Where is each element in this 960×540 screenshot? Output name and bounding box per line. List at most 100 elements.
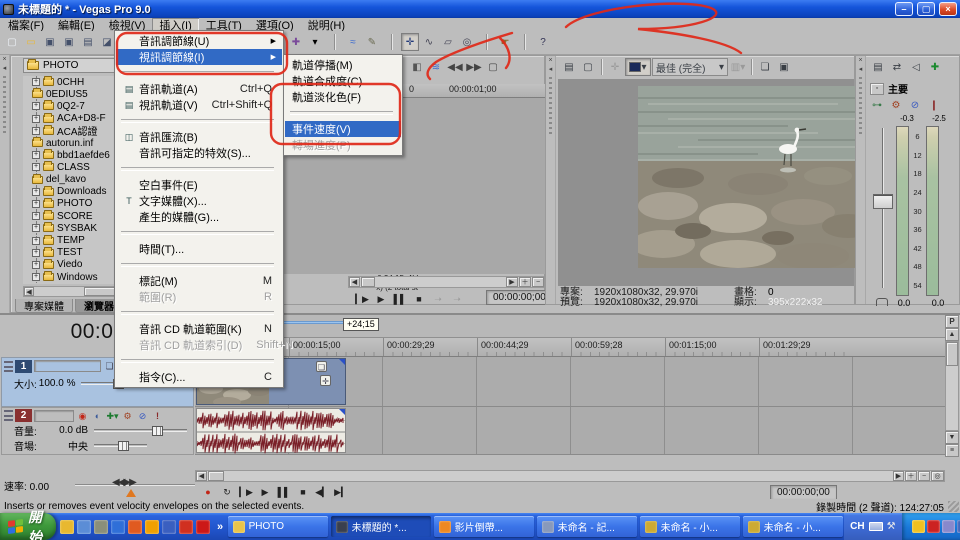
sep[interactable] bbox=[477, 33, 495, 51]
timeline-horizontal-scrollbar[interactable]: ◀ ▶ ＋ − ◎ bbox=[195, 470, 945, 482]
transport-time-display[interactable]: 00:00:00;00 bbox=[770, 485, 837, 500]
downmix-output-icon[interactable]: ⇄ bbox=[888, 58, 906, 76]
play-button[interactable]: ▶ bbox=[372, 290, 390, 308]
next-marker-icon[interactable]: ▶▶ bbox=[465, 58, 483, 76]
firefox-quicklaunch-icon[interactable] bbox=[128, 520, 142, 534]
menu-item[interactable]: ▶ bbox=[116, 65, 282, 81]
language-indicator[interactable]: CH bbox=[850, 521, 864, 532]
save-snapshot-icon[interactable]: ▣ bbox=[775, 58, 793, 76]
audio-track-header[interactable]: 2 ◉ ◐ ✚▾ ⚙ ⊘ ! 音量: 0.0 dB 音場: 中央 bbox=[1, 407, 194, 455]
tree-expand-icon[interactable]: + bbox=[32, 249, 40, 257]
tree-expand-icon[interactable]: + bbox=[32, 212, 40, 220]
menu-item[interactable]: ▶ bbox=[116, 225, 282, 241]
preview-quality-swatch[interactable]: ▾ bbox=[625, 58, 651, 76]
menu-item[interactable]: ◫ 音訊匯流(B) ▶ bbox=[116, 129, 282, 145]
track-grip-icon[interactable] bbox=[4, 361, 13, 372]
mute-icon[interactable]: ⊘ bbox=[136, 410, 149, 422]
close-button[interactable]: × bbox=[939, 2, 957, 16]
network-tray-icon[interactable] bbox=[957, 520, 960, 533]
mute-icon[interactable]: ⊘ bbox=[906, 96, 924, 114]
tree-expand-icon[interactable]: + bbox=[32, 115, 40, 123]
normal-edit-tool-icon[interactable]: ✛ bbox=[401, 33, 419, 51]
folder-quicklaunch-icon[interactable] bbox=[60, 520, 74, 534]
submenu-item[interactable] bbox=[285, 105, 401, 121]
keyboard-icon[interactable] bbox=[869, 522, 883, 531]
selection-edit-tool-icon[interactable]: ▱ bbox=[439, 33, 457, 51]
messenger-tray-icon[interactable] bbox=[912, 520, 925, 533]
trimmer-time-display[interactable]: 00:00:00;00 bbox=[486, 290, 553, 305]
meter-left-bar[interactable] bbox=[896, 126, 909, 296]
timeline-ruler[interactable]: 0:00:00;0000:00:15;0000:00:29;2900:00:44… bbox=[195, 338, 945, 357]
tree-expand-icon[interactable]: + bbox=[32, 224, 40, 232]
menu-item[interactable]: 音訊可指定的特效(S)... ▶ bbox=[116, 145, 282, 161]
maximize-button[interactable]: ▢ bbox=[917, 2, 935, 16]
insert-fx-icon[interactable]: ⊶ bbox=[868, 96, 886, 114]
tree-expand-icon[interactable]: + bbox=[32, 200, 40, 208]
new-project-icon[interactable]: ▢ bbox=[3, 34, 21, 52]
track-name-field[interactable] bbox=[34, 360, 101, 372]
split-screen-icon[interactable]: ▥▾ bbox=[729, 58, 747, 76]
envelope-dropdown-icon[interactable]: ▾ bbox=[306, 33, 324, 51]
menu-item[interactable]: 音訊 CD 軌道範圍(K) N ▶ bbox=[116, 321, 282, 337]
preview-project-properties-icon[interactable]: ▤ bbox=[560, 58, 578, 76]
task-button[interactable]: 影片倒帶... bbox=[434, 516, 534, 537]
menu-item[interactable]: ▶ bbox=[116, 161, 282, 177]
monitor-icon[interactable]: ▢ bbox=[484, 58, 502, 76]
menu-item[interactable]: ▶ bbox=[116, 353, 282, 369]
stop-button[interactable]: ■ bbox=[410, 290, 428, 308]
menu-item[interactable]: 標記(M) M ▶ bbox=[116, 273, 282, 289]
tools-icon[interactable]: ⚒ bbox=[887, 521, 896, 532]
zonealarm-tray-icon[interactable] bbox=[927, 520, 940, 533]
tree-expand-icon[interactable]: + bbox=[32, 78, 40, 86]
solo-icon[interactable]: ! bbox=[151, 410, 164, 422]
next-frame-button[interactable]: ➝ bbox=[448, 290, 466, 308]
minimize-button[interactable]: – bbox=[895, 2, 913, 16]
tree-expand-icon[interactable]: + bbox=[32, 237, 40, 245]
bus-minimize-icon[interactable]: ▫ bbox=[870, 83, 884, 95]
fx-icon[interactable]: ≋ bbox=[427, 58, 445, 76]
lock-icon[interactable]: ◧ bbox=[408, 58, 426, 76]
documents-quicklaunch-icon[interactable] bbox=[77, 520, 91, 534]
sep[interactable] bbox=[325, 33, 343, 51]
menu-item[interactable]: 產生的媒體(G)... ▶ bbox=[116, 209, 282, 225]
external-monitor-icon[interactable]: ▢ bbox=[579, 58, 597, 76]
app-icon[interactable] bbox=[3, 4, 14, 15]
menu-item[interactable]: 指令(C)... C ▶ bbox=[116, 369, 282, 385]
play-from-start-button[interactable]: ▎▶ bbox=[353, 290, 371, 308]
event-edge-handle[interactable] bbox=[339, 359, 345, 365]
automation-settings-icon[interactable]: ⚙ bbox=[121, 410, 134, 422]
menu-item[interactable]: 時間(T)... ▶ bbox=[116, 241, 282, 257]
messenger-quicklaunch-icon[interactable] bbox=[162, 520, 176, 534]
track-pan-slider[interactable] bbox=[94, 444, 147, 447]
menu-item[interactable]: 視訊調節線(I) ▶ bbox=[116, 49, 282, 65]
preview-quality-dropdown[interactable]: 最佳 (完全)▾ bbox=[652, 58, 728, 76]
menu-item[interactable]: 音訊調節線(U) ▶ bbox=[116, 33, 282, 49]
menu-item[interactable]: 空白事件(E) ▶ bbox=[116, 177, 282, 193]
prev-marker-icon[interactable]: ◀◀ bbox=[446, 58, 464, 76]
timeline-vertical-scrollbar[interactable]: P ▲ ▼ ≡ bbox=[945, 315, 959, 470]
automation-settings-icon[interactable]: ⚙ bbox=[887, 96, 905, 114]
track-name-field[interactable] bbox=[34, 410, 74, 422]
fader-lock-icon[interactable] bbox=[876, 298, 888, 306]
master-fader-thumb[interactable] bbox=[873, 194, 893, 209]
explorer-dock-grip[interactable]: ×◂ bbox=[0, 55, 10, 313]
submenu-item[interactable]: 軌道淡化色(F) bbox=[285, 89, 401, 105]
tree-expand-icon[interactable]: + bbox=[32, 127, 40, 135]
help-icon[interactable]: ? bbox=[534, 33, 552, 51]
project-properties-icon[interactable]: ▤ bbox=[79, 34, 97, 52]
marker-bar[interactable]: +24;15 bbox=[195, 315, 945, 338]
invert-phase-icon[interactable]: ◐ bbox=[91, 410, 104, 422]
trimmer-scrollbar[interactable]: ◀ ▶ ＋ − bbox=[348, 276, 545, 288]
mixer-dock-grip[interactable]: ×◂ bbox=[856, 56, 866, 304]
submenu-item[interactable]: 轉場進度(P) bbox=[285, 137, 401, 153]
menu-item[interactable]: 範圍(R) R ▶ bbox=[116, 289, 282, 305]
submenu-item[interactable]: 軌道合成度(C) bbox=[285, 73, 401, 89]
resize-grip[interactable] bbox=[948, 501, 959, 512]
task-button[interactable]: PHOTO bbox=[228, 516, 328, 537]
preview-dock-grip[interactable]: ×◂ bbox=[546, 56, 556, 304]
menubar-item[interactable]: 說明(H) bbox=[301, 18, 352, 31]
save-icon[interactable]: ▣ bbox=[41, 34, 59, 52]
tree-expand-icon[interactable]: + bbox=[32, 163, 40, 171]
render-as-icon[interactable]: ▣ bbox=[60, 34, 78, 52]
audio-event[interactable] bbox=[196, 408, 346, 453]
